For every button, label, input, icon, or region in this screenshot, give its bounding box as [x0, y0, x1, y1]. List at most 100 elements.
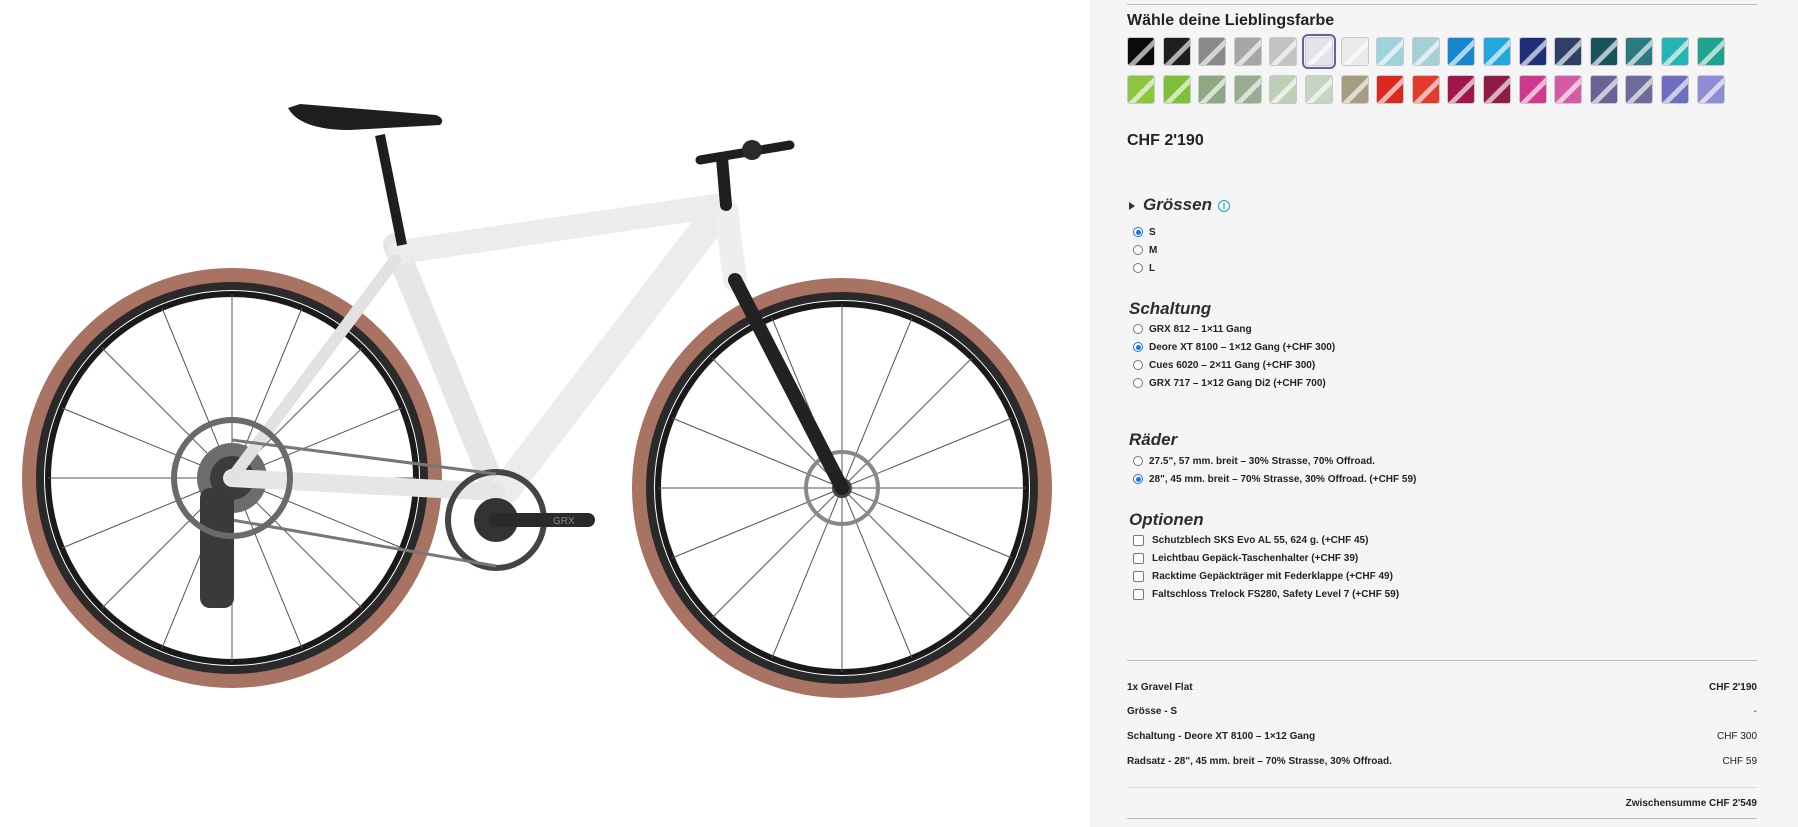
size-label: M [1149, 244, 1158, 256]
color-swatch[interactable] [1301, 34, 1336, 69]
wheel-label: 27.5", 57 mm. breit – 30% Strasse, 70% O… [1149, 455, 1375, 467]
size-option-l[interactable]: L [1133, 261, 1155, 275]
color-swatch[interactable] [1376, 74, 1405, 104]
fork [714, 198, 849, 495]
color-swatch[interactable] [1482, 74, 1511, 104]
color-swatch[interactable] [1411, 74, 1440, 104]
checkbox[interactable] [1133, 552, 1144, 564]
color-swatch[interactable] [1411, 37, 1440, 66]
color-swatch[interactable] [1625, 74, 1654, 104]
summary-value: - [1753, 706, 1757, 717]
radio-button[interactable] [1133, 378, 1143, 388]
swatch-row-2 [1127, 74, 1767, 104]
summary-value: CHF 300 [1716, 731, 1757, 742]
color-swatch[interactable] [1162, 37, 1191, 66]
crank-brand-mark: GRX [553, 516, 575, 527]
radio-button[interactable] [1133, 227, 1143, 237]
option-faltschloss[interactable]: Faltschloss Trelock FS280, Safety Level … [1133, 587, 1399, 601]
option-taschenhalter[interactable]: Leichtbau Gepäck-Taschenhalter (+CHF 39) [1133, 551, 1358, 565]
color-swatch[interactable] [1589, 74, 1618, 104]
color-swatch[interactable] [1696, 74, 1725, 104]
color-swatch[interactable] [1340, 37, 1369, 66]
color-swatch[interactable] [1233, 37, 1262, 66]
color-swatch[interactable] [1660, 74, 1689, 104]
info-icon[interactable]: i [1217, 199, 1230, 212]
checkbox[interactable] [1133, 588, 1144, 600]
option-schutzblech[interactable]: Schutzblech SKS Evo AL 55, 624 g. (+CHF … [1133, 533, 1368, 547]
checkbox[interactable] [1133, 570, 1144, 582]
gearing-label: Cues 6020 – 2×11 Gang (+CHF 300) [1149, 359, 1316, 371]
checkbox[interactable] [1133, 534, 1144, 546]
product-image-area: GRX [0, 0, 1090, 827]
color-swatch[interactable] [1269, 74, 1298, 104]
gearing-section-title: Schaltung [1129, 299, 1212, 318]
color-swatch[interactable] [1447, 74, 1476, 104]
summary-label: Radsatz - 28", 45 mm. breit – 70% Strass… [1127, 756, 1392, 767]
color-swatches [1127, 34, 1767, 112]
summary-label: 1x Gravel Flat [1127, 682, 1193, 693]
option-gepaecktraeger[interactable]: Racktime Gepäckträger mit Federklappe (+… [1133, 569, 1393, 583]
color-swatch[interactable] [1127, 37, 1155, 66]
summary-value: CHF 2'190 [1709, 682, 1757, 693]
summary-top-divider [1127, 660, 1757, 661]
gearing-label: GRX 812 – 1×11 Gang [1149, 323, 1252, 335]
options-section-title: Optionen [1129, 510, 1204, 529]
wheel-option-28[interactable]: 28", 45 mm. breit – 70% Strasse, 30% Off… [1133, 472, 1416, 486]
gearing-option-grx812[interactable]: GRX 812 – 1×11 Gang [1133, 322, 1252, 336]
gearing-option-cues[interactable]: Cues 6020 – 2×11 Gang (+CHF 300) [1133, 358, 1315, 372]
color-swatch[interactable] [1127, 74, 1155, 104]
color-swatch[interactable] [1554, 74, 1583, 104]
swatch-row-1 [1127, 34, 1767, 69]
color-swatch[interactable] [1198, 74, 1227, 104]
color-swatch[interactable] [1198, 37, 1227, 66]
configurator-panel: Wähle deine Lieblingsfarbe CHF 2'190 Grö… [1090, 0, 1798, 827]
wheel-option-27-5[interactable]: 27.5", 57 mm. breit – 30% Strasse, 70% O… [1133, 454, 1375, 468]
color-swatch[interactable] [1482, 37, 1511, 66]
summary-value: CHF 59 [1722, 756, 1757, 767]
bottom-divider [1127, 818, 1757, 819]
radio-button[interactable] [1133, 245, 1143, 255]
color-swatch[interactable] [1233, 74, 1262, 104]
color-swatch[interactable] [1518, 37, 1547, 66]
color-swatch[interactable] [1376, 37, 1405, 66]
radio-button[interactable] [1133, 263, 1143, 273]
gearing-option-grx717[interactable]: GRX 717 – 1×12 Gang Di2 (+CHF 700) [1133, 376, 1326, 390]
sizes-title-text: Grössen [1143, 195, 1212, 214]
summary-label: Schaltung - Deore XT 8100 – 1×12 Gang [1127, 731, 1316, 742]
color-swatch[interactable] [1589, 37, 1618, 66]
saddle [288, 104, 443, 246]
color-swatch[interactable] [1162, 74, 1191, 104]
sizes-section-title[interactable]: Grössen i [1129, 195, 1230, 215]
summary-row-gearing: Schaltung - Deore XT 8100 – 1×12 Gang CH… [1127, 731, 1757, 742]
color-swatch[interactable] [1696, 37, 1725, 66]
color-swatch[interactable] [1269, 37, 1298, 66]
radio-button[interactable] [1133, 456, 1143, 466]
wheels-section-title: Räder [1129, 430, 1178, 449]
subtotal: Zwischensumme CHF 2'549 [1625, 798, 1757, 809]
gearing-option-deore-xt[interactable]: Deore XT 8100 – 1×12 Gang (+CHF 300) [1133, 340, 1335, 354]
size-label: L [1149, 262, 1156, 274]
size-option-s[interactable]: S [1133, 225, 1156, 239]
bike-image: GRX [22, 104, 1052, 698]
radio-button[interactable] [1133, 342, 1143, 352]
color-swatch[interactable] [1518, 74, 1547, 104]
color-swatch[interactable] [1447, 37, 1476, 66]
size-label: S [1149, 226, 1156, 238]
option-label: Leichtbau Gepäck-Taschenhalter (+CHF 39) [1152, 552, 1359, 564]
color-swatch[interactable] [1554, 37, 1583, 66]
radio-button[interactable] [1133, 474, 1143, 484]
color-swatch[interactable] [1660, 37, 1689, 66]
size-option-m[interactable]: M [1133, 243, 1157, 257]
summary-row-wheels: Radsatz - 28", 45 mm. breit – 70% Strass… [1127, 756, 1757, 767]
wheel-label: 28", 45 mm. breit – 70% Strasse, 30% Off… [1149, 473, 1417, 485]
option-label: Racktime Gepäckträger mit Federklappe (+… [1152, 570, 1393, 582]
color-swatch[interactable] [1625, 37, 1654, 66]
color-swatch[interactable] [1304, 74, 1333, 104]
expand-triangle-icon[interactable] [1129, 201, 1135, 210]
radio-button[interactable] [1133, 360, 1143, 370]
radio-button[interactable] [1133, 324, 1143, 334]
summary-row-base: 1x Gravel Flat CHF 2'190 [1127, 682, 1757, 693]
summary-row-size: Grösse - S - [1127, 706, 1757, 717]
color-swatch[interactable] [1340, 74, 1369, 104]
summary-label: Grösse - S [1127, 706, 1178, 717]
